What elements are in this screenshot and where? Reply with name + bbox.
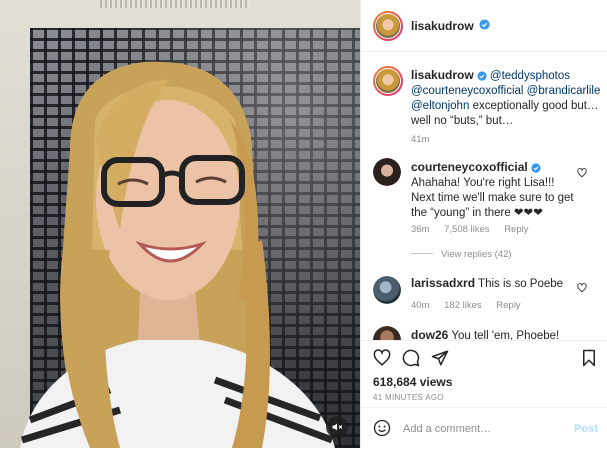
video-subject: [20, 61, 335, 448]
mention-link[interactable]: @brandicarlile: [527, 85, 601, 97]
comment-likes[interactable]: 182 likes: [444, 300, 482, 311]
reply-button[interactable]: Reply: [496, 300, 520, 311]
verified-badge-icon: [531, 163, 541, 173]
post-header: lisakudrow: [361, 0, 607, 52]
commenter-username[interactable]: larissadxrd: [411, 276, 475, 290]
add-comment-bar: Add a comment… Post: [361, 407, 607, 449]
mention-link[interactable]: @teddysphotos: [490, 70, 570, 82]
caption-avatar[interactable]: [373, 66, 403, 96]
mute-toggle-button[interactable]: [326, 416, 348, 438]
comment-text: This is so Poebe: [478, 278, 564, 290]
caption-time: 41m: [411, 134, 430, 145]
comments-list: lisakudrow @teddysphotos @courteneycoxof…: [361, 52, 607, 342]
commenter-username[interactable]: courteneycoxofficial: [411, 160, 528, 174]
comment-likes[interactable]: 7,508 likes: [444, 224, 489, 235]
verified-badge-icon: [479, 19, 490, 30]
comment-text: Ahahaha! You're right Lisa!!! Next time …: [411, 177, 574, 219]
heart-icon[interactable]: [577, 283, 587, 293]
view-count[interactable]: 618,684 views: [373, 375, 452, 389]
post-actions: 618,684 views 41 MINUTES AGO Add a comme…: [361, 340, 607, 448]
heart-icon[interactable]: [373, 349, 391, 367]
mention-link[interactable]: @eltonjohn: [411, 100, 469, 112]
post-comment-button[interactable]: Post: [574, 423, 598, 435]
verified-badge-icon: [477, 71, 487, 81]
reply-button[interactable]: Reply: [504, 224, 528, 235]
view-replies-label: View replies (42): [441, 249, 512, 260]
caption-username[interactable]: lisakudrow: [411, 68, 474, 82]
mention-link[interactable]: @courteneycoxofficial: [411, 85, 523, 97]
post-side-panel: lisakudrow lisakudrow @teddysphotos @cou…: [360, 0, 607, 448]
bookmark-icon[interactable]: [581, 349, 597, 367]
post-timestamp: 41 MINUTES AGO: [373, 393, 444, 402]
comment-time: 36m: [411, 224, 430, 235]
author-avatar[interactable]: [373, 11, 403, 41]
heart-icon[interactable]: [577, 168, 587, 178]
comment-input[interactable]: Add a comment…: [403, 423, 491, 435]
commenter-avatar[interactable]: [373, 276, 401, 304]
comment-time: 40m: [411, 300, 430, 311]
emoji-icon[interactable]: [373, 419, 391, 437]
post-media-video[interactable]: [0, 0, 360, 448]
share-icon[interactable]: [431, 349, 449, 367]
author-username[interactable]: lisakudrow: [411, 19, 474, 33]
view-replies-button[interactable]: View replies (42): [411, 249, 524, 260]
commenter-avatar[interactable]: [373, 158, 401, 186]
comment-icon[interactable]: [402, 349, 420, 367]
mute-icon: [332, 423, 343, 431]
